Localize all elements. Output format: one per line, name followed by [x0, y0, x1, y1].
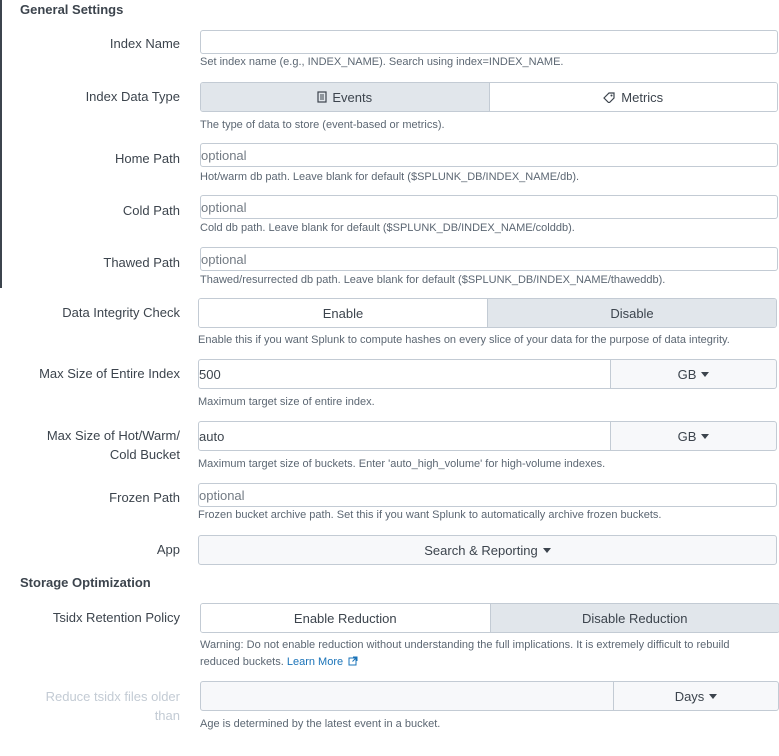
reduce-older-label: Reduce tsidx files older than	[45, 689, 180, 723]
caret-down-icon	[542, 547, 551, 553]
reduce-older-unit-dropdown[interactable]: Days	[613, 681, 779, 711]
caret-down-icon	[709, 693, 718, 699]
left-edge-divider	[0, 0, 2, 288]
index-data-type-toggle: Events Metrics	[200, 82, 778, 112]
cold-path-help: Cold db path. Leave blank for default ($…	[200, 222, 575, 234]
frozen-path-label: Frozen Path	[109, 490, 180, 505]
frozen-path-help: Frozen bucket archive path. Set this if …	[198, 509, 662, 521]
max-bucket-help: Maximum target size of buckets. Enter 'a…	[198, 458, 606, 470]
tag-icon	[603, 92, 615, 103]
tsidx-label: Tsidx Retention Policy	[52, 610, 180, 625]
events-option[interactable]: Events	[201, 83, 489, 111]
document-icon	[317, 91, 327, 103]
thawed-path-input[interactable]: optional	[200, 247, 778, 271]
integrity-toggle: Enable Disable	[198, 298, 777, 328]
section-title-general: General Settings	[20, 2, 124, 17]
max-index-help: Maximum target size of entire index.	[198, 396, 375, 408]
integrity-enable-option[interactable]: Enable	[199, 299, 487, 327]
section-title-storage: Storage Optimization	[20, 575, 151, 590]
max-index-input[interactable]: 500	[198, 359, 611, 389]
home-path-input[interactable]: optional	[200, 143, 778, 167]
learn-more-link[interactable]: Learn More	[287, 656, 358, 668]
tsidx-warning-line2: reduced buckets. Learn More	[200, 656, 358, 668]
index-name-label: Index Name	[109, 36, 180, 51]
home-path-help: Hot/warm db path. Leave blank for defaul…	[200, 171, 580, 183]
app-label: App	[156, 542, 180, 557]
thawed-path-label: Thawed Path	[103, 255, 180, 270]
tsidx-warning-line1: Warning: Do not enable reduction without…	[200, 639, 730, 651]
frozen-path-input[interactable]: optional	[198, 483, 777, 507]
external-link-icon	[348, 656, 358, 666]
reduce-older-help: Age is determined by the latest event in…	[200, 718, 441, 730]
app-dropdown[interactable]: Search & Reporting	[198, 535, 777, 565]
integrity-disable-option[interactable]: Disable	[487, 299, 776, 327]
max-index-label: Max Size of Entire Index	[39, 366, 180, 381]
home-path-label: Home Path	[114, 151, 180, 166]
max-bucket-label: Max Size of Hot/Warm/ Cold Bucket	[46, 428, 180, 462]
index-data-type-label: Index Data Type	[85, 89, 180, 104]
max-bucket-unit-dropdown[interactable]: GB	[610, 421, 777, 451]
max-bucket-input[interactable]: auto	[198, 421, 611, 451]
metrics-option[interactable]: Metrics	[488, 83, 777, 111]
reduce-older-input[interactable]	[200, 681, 614, 711]
cold-path-input[interactable]: optional	[200, 195, 778, 219]
enable-reduction-option[interactable]: Enable Reduction	[201, 604, 490, 632]
index-name-input[interactable]	[200, 30, 778, 54]
index-data-type-help: The type of data to store (event-based o…	[200, 119, 445, 131]
caret-down-icon	[701, 371, 710, 377]
integrity-help: Enable this if you want Splunk to comput…	[198, 334, 730, 346]
max-index-unit-dropdown[interactable]: GB	[610, 359, 777, 389]
disable-reduction-option[interactable]: Disable Reduction	[489, 604, 779, 632]
thawed-path-help: Thawed/resurrected db path. Leave blank …	[200, 274, 666, 286]
caret-down-icon	[701, 433, 710, 439]
integrity-label: Data Integrity Check	[62, 305, 180, 320]
tsidx-toggle: Enable Reduction Disable Reduction	[200, 603, 779, 633]
cold-path-label: Cold Path	[122, 203, 180, 218]
index-name-help: Set index name (e.g., INDEX_NAME). Searc…	[200, 56, 564, 68]
